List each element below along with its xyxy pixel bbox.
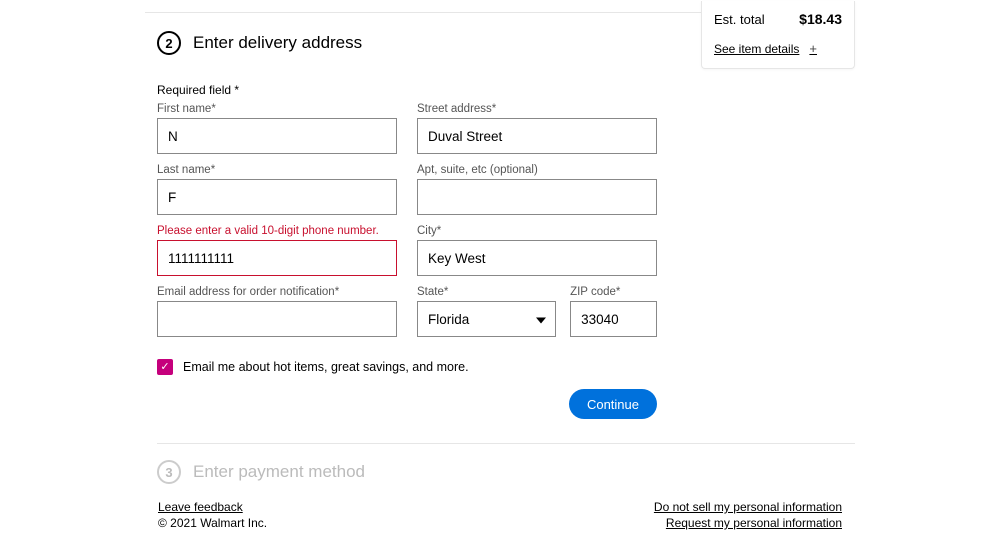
check-icon: ✓ (160, 362, 169, 373)
first-name-input[interactable] (157, 118, 397, 154)
street-address-input[interactable] (417, 118, 657, 154)
phone-error-label: Please enter a valid 10-digit phone numb… (157, 225, 397, 237)
step-3-title: Enter payment method (193, 462, 365, 482)
copyright-text: © 2021 Walmart Inc. (158, 516, 267, 530)
est-total-label: Est. total (714, 12, 765, 27)
apt-input[interactable] (417, 179, 657, 215)
page-footer: Leave feedback © 2021 Walmart Inc. Do no… (158, 500, 842, 532)
email-input[interactable] (157, 301, 397, 337)
step-2-number: 2 (157, 31, 181, 55)
continue-button[interactable]: Continue (569, 389, 657, 419)
first-name-label: First name* (157, 103, 397, 115)
email-optin-checkbox[interactable]: ✓ (157, 359, 173, 375)
city-input[interactable] (417, 240, 657, 276)
request-info-link[interactable]: Request my personal information (654, 516, 842, 530)
do-not-sell-link[interactable]: Do not sell my personal information (654, 500, 842, 514)
apt-label: Apt, suite, etc (optional) (417, 164, 657, 176)
step-2-title: Enter delivery address (193, 33, 362, 53)
zip-label: ZIP code* (570, 286, 657, 298)
plus-icon: + (809, 41, 817, 56)
leave-feedback-link[interactable]: Leave feedback (158, 500, 243, 514)
see-item-details-text: See item details (714, 42, 799, 56)
state-select[interactable] (417, 301, 556, 337)
est-total-value: $18.43 (799, 11, 842, 27)
zip-input[interactable] (570, 301, 657, 337)
street-address-label: Street address* (417, 103, 657, 115)
required-field-note: Required field * (157, 83, 657, 97)
email-label: Email address for order notification* (157, 286, 397, 298)
step-3-number: 3 (157, 460, 181, 484)
last-name-label: Last name* (157, 164, 397, 176)
step-3-header: 3 Enter payment method (157, 443, 855, 484)
city-label: City* (417, 225, 657, 237)
order-summary-card: Est. total $18.43 See item details + (701, 1, 855, 69)
see-item-details-link[interactable]: See item details + (714, 41, 842, 56)
last-name-input[interactable] (157, 179, 397, 215)
state-label: State* (417, 286, 556, 298)
email-optin-label: Email me about hot items, great savings,… (183, 360, 469, 374)
phone-input[interactable] (157, 240, 397, 276)
